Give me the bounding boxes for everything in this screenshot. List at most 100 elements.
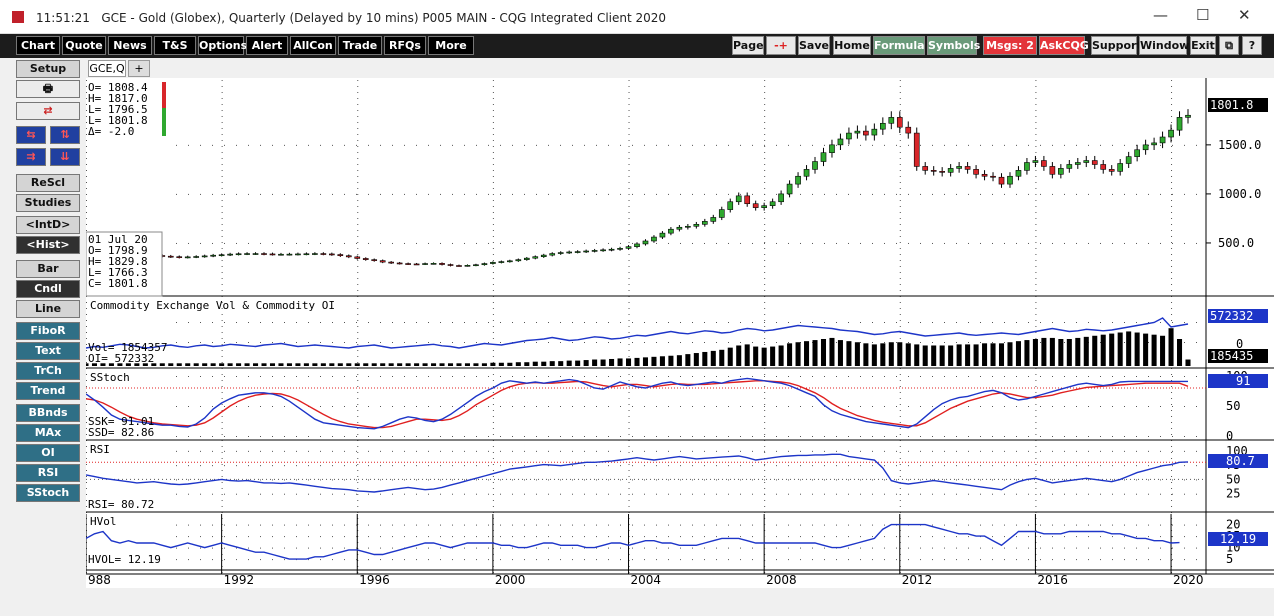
grid-dot <box>212 242 213 244</box>
max-button[interactable]: MAx <box>16 424 80 442</box>
grid-dot <box>86 428 87 429</box>
grid-dot <box>296 536 297 538</box>
link-icon[interactable]: ⇄ <box>16 102 80 120</box>
oi-button[interactable]: OI <box>16 444 80 462</box>
expand-icon[interactable]: ⇊ <box>50 148 80 166</box>
menu-allcon[interactable]: AllCon <box>290 36 336 55</box>
grid-dot <box>628 236 630 237</box>
grid-dot <box>764 104 766 105</box>
grid-dot <box>296 547 297 549</box>
scroll-right-icon[interactable]: ⇅ <box>50 126 80 144</box>
grid-dot <box>404 144 405 146</box>
menu-alert[interactable]: Alert <box>246 36 288 55</box>
menu-news[interactable]: News <box>108 36 152 55</box>
close-icon[interactable]: ✕ <box>1238 6 1251 24</box>
help-button[interactable]: ? <box>1242 36 1262 55</box>
grid-dot <box>1196 342 1197 343</box>
grid-dot <box>428 406 429 407</box>
grid-dot <box>236 193 237 195</box>
trch-button[interactable]: TrCh <box>16 362 80 380</box>
grid-dot <box>260 493 261 495</box>
menu-more[interactable]: More <box>428 36 474 55</box>
grid-dot <box>464 406 465 407</box>
grid-dot <box>584 242 585 244</box>
page-button[interactable]: Page <box>732 36 764 55</box>
window-button[interactable]: Window <box>1139 36 1189 55</box>
grid-dot <box>716 559 717 561</box>
menu-chart[interactable]: Chart <box>16 36 60 55</box>
grid-dot <box>1148 342 1149 343</box>
text-button[interactable]: Text <box>16 342 80 360</box>
candle <box>354 256 361 259</box>
compress-icon[interactable]: ⇉ <box>16 148 46 166</box>
formula-button[interactable]: Formula <box>873 36 925 55</box>
grid-dot <box>628 146 630 147</box>
candle-button[interactable]: Cndl <box>16 280 80 298</box>
grid-dot <box>899 386 901 387</box>
historical-button[interactable]: <Hist> <box>16 236 80 254</box>
home-button[interactable]: Home <box>833 36 871 55</box>
menu-options[interactable]: Options <box>198 36 247 55</box>
menu-rfqs[interactable]: RFQs <box>384 36 426 55</box>
rsi-button[interactable]: RSI <box>16 464 80 482</box>
grid-dot <box>608 193 609 195</box>
line-button[interactable]: Line <box>16 300 80 318</box>
volume-bar <box>1100 334 1106 366</box>
grid-dot <box>524 342 525 343</box>
candle <box>303 253 310 256</box>
chart-area[interactable]: 988 1992 1996 2000 2004 2008 2012 2016 2020500.0… <box>86 78 1274 588</box>
intraday-button[interactable]: <IntD> <box>16 216 80 234</box>
grid-dot <box>836 322 837 323</box>
add-tab-button[interactable]: + <box>128 60 150 77</box>
rescale-button[interactable]: ReScl <box>16 174 80 192</box>
grid-dot <box>221 110 223 111</box>
minimize-icon[interactable]: — <box>1153 6 1168 24</box>
zoom-button[interactable]: -+ <box>766 36 796 55</box>
save-button[interactable]: Save <box>798 36 830 55</box>
support-button[interactable]: Support <box>1091 36 1142 55</box>
grid-dot <box>1184 436 1185 437</box>
grid-dot <box>692 322 693 323</box>
grid-dot <box>932 450 933 452</box>
volume-bar <box>227 363 233 366</box>
messages-button[interactable]: Msgs: 2 <box>983 36 1037 55</box>
fibor-button[interactable]: FiboR <box>16 322 80 340</box>
grid-dot <box>788 524 789 526</box>
trend-button[interactable]: Trend <box>16 382 80 400</box>
grid-dot <box>704 524 705 526</box>
studies-button[interactable]: Studies <box>16 194 80 212</box>
grid-dot <box>1016 406 1017 407</box>
print-icon[interactable]: 🖶 <box>16 80 80 98</box>
grid-dot <box>572 342 573 343</box>
askcqg-button[interactable]: AskCQG <box>1039 36 1089 55</box>
tab-gce-q[interactable]: GCE,Q <box>88 60 126 77</box>
grid-dot <box>632 465 633 467</box>
grid-dot <box>548 342 549 343</box>
grid-dot <box>920 559 921 561</box>
candle <box>532 256 539 259</box>
grid-dot <box>728 536 729 538</box>
sstoch-button[interactable]: SStoch <box>16 484 80 502</box>
grid-dot <box>752 479 753 481</box>
grid-dot <box>221 188 223 189</box>
bbnds-button[interactable]: BBnds <box>16 404 80 422</box>
grid-dot <box>920 144 921 146</box>
bar-button[interactable]: Bar <box>16 260 80 278</box>
grid-dot <box>1035 506 1037 507</box>
maximize-icon[interactable]: ☐ <box>1196 6 1209 24</box>
grid-dot <box>628 350 630 351</box>
setup-button[interactable]: Setup <box>16 60 80 78</box>
candle <box>998 176 1005 185</box>
menu-tns[interactable]: T&S <box>154 36 196 55</box>
scroll-left-icon[interactable]: ⇆ <box>16 126 46 144</box>
grid-dot <box>968 342 969 343</box>
symbols-button[interactable]: Symbols <box>927 36 980 55</box>
restore-icon[interactable]: ⧉ <box>1219 36 1239 55</box>
menu-quote[interactable]: Quote <box>62 36 106 55</box>
grid-dot <box>692 193 693 195</box>
grid-dot <box>492 476 494 477</box>
menu-trade[interactable]: Trade <box>338 36 382 55</box>
exit-button[interactable]: Exit <box>1190 36 1216 55</box>
grid-dot <box>764 404 766 405</box>
grid-dot <box>1172 493 1173 495</box>
